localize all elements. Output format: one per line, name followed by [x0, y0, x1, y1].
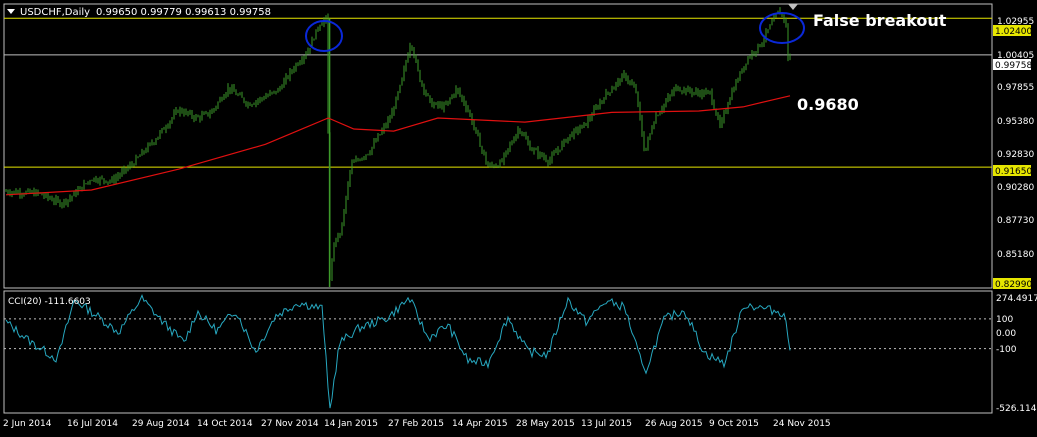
lower-level-label: 0.91650: [995, 167, 1032, 177]
date-tick-label: 13 Jul 2015: [581, 419, 632, 429]
date-tick-label: 28 May 2015: [516, 419, 575, 429]
cci-min-label: -526.1143: [996, 404, 1037, 414]
cci-max-label: 274.4917: [996, 294, 1037, 304]
date-tick-label: 24 Nov 2015: [773, 419, 831, 429]
date-tick-label: 14 Apr 2015: [452, 419, 508, 429]
upper-level-label: 1.02400: [995, 27, 1032, 37]
cci-title: CCI(20) -111.6603: [8, 297, 91, 307]
false-breakout-annotation: False breakout: [813, 11, 947, 30]
price-tick-label: 0.97855: [997, 83, 1034, 93]
price-tick-label: 0.92830: [997, 150, 1034, 160]
chart-background: [0, 0, 1037, 433]
date-tick-label: 26 Aug 2015: [645, 419, 703, 429]
symbol-label: USDCHF,Daily: [20, 7, 90, 18]
cci-level-label: -100: [996, 345, 1017, 355]
ma-value-annotation: 0.9680: [797, 95, 859, 114]
price-tick-label: 0.87730: [997, 216, 1034, 226]
date-tick-label: 27 Nov 2014: [261, 419, 319, 429]
current-price-label: 0.99758: [995, 61, 1032, 71]
metatrader-chart-window[interactable]: USDCHF,Daily 0.99650 0.99779 0.99613 0.9…: [0, 0, 1037, 433]
price-tick-label: 0.95380: [997, 117, 1034, 127]
price-tick-label: 0.90280: [997, 183, 1034, 193]
cci-level-label: 0.00: [996, 329, 1016, 339]
date-tick-label: 9 Oct 2015: [709, 419, 759, 429]
date-tick-label: 2 Jun 2014: [3, 419, 52, 429]
cci-level-label: 100: [996, 315, 1013, 325]
ohlc-values: 0.99650 0.99779 0.99613 0.99758: [96, 7, 271, 18]
date-tick-label: 27 Feb 2015: [388, 419, 444, 429]
date-tick-label: 14 Oct 2014: [197, 419, 253, 429]
price-tick-label: 0.85180: [997, 250, 1034, 260]
bottom-price-label: 0.82990: [995, 280, 1032, 290]
date-tick-label: 14 Jan 2015: [324, 419, 378, 429]
date-tick-label: 16 Jul 2014: [67, 419, 118, 429]
chart-canvas[interactable]: USDCHF,Daily 0.99650 0.99779 0.99613 0.9…: [0, 0, 1037, 433]
date-tick-label: 29 Aug 2014: [132, 419, 190, 429]
